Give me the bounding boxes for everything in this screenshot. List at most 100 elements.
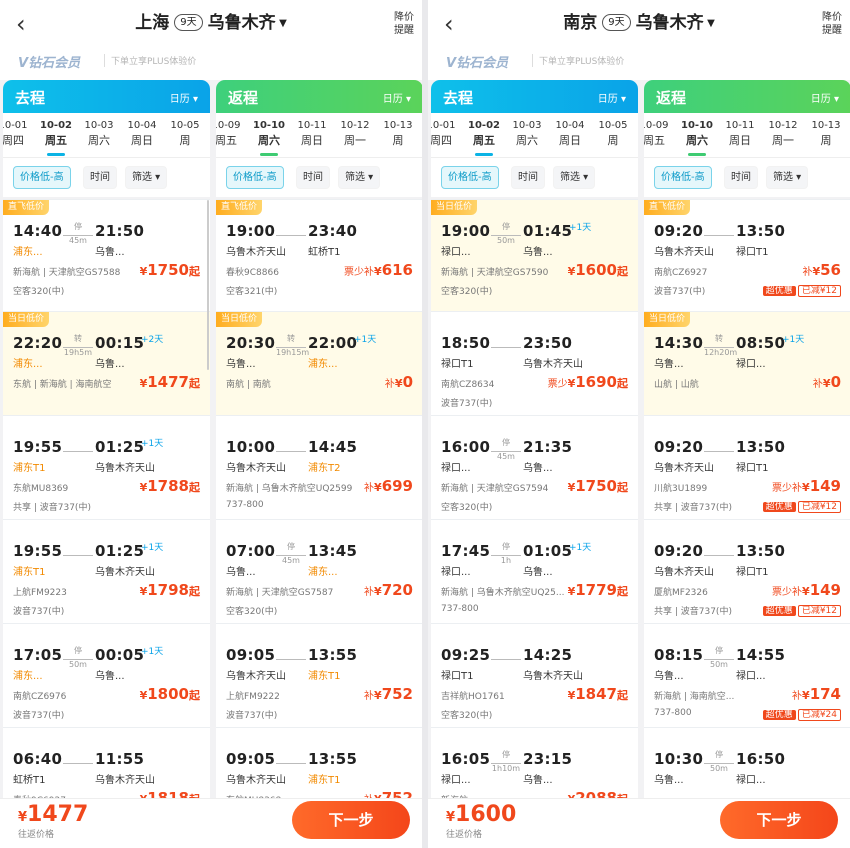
total-value: 1600 — [455, 802, 517, 827]
airline-info: 上航FM9222 — [226, 692, 280, 702]
weekday-label: 周四 — [431, 134, 452, 147]
sort-price-button[interactable]: 价格低-高 — [654, 166, 712, 189]
date-option[interactable]: 10-04 周日 — [120, 119, 164, 149]
price-alert-button[interactable]: 降价 提醒 — [394, 11, 414, 37]
arrow-icon — [491, 656, 521, 660]
flight-card[interactable]: 09:20 13:50 乌鲁木齐天山 禄口T1 厦航MF2326 共享 | 波音737(中… — [644, 519, 850, 623]
filter-button[interactable]: 筛选 ▾ — [338, 166, 381, 189]
filter-bar: 价格低-高 时间 筛选 ▾ — [3, 157, 210, 197]
flight-card[interactable]: 17:05 停 50m 00:05 +1天 浦东... 乌鲁... 南航CZ6976 波音737… — [3, 623, 210, 727]
arrival-airport: 乌鲁... — [95, 247, 125, 258]
route-line — [276, 222, 306, 236]
airline-info: 新海航 | 天津航空GS7590 — [441, 268, 549, 278]
sort-time-button[interactable]: 时间 — [724, 166, 758, 189]
date-option[interactable]: 10-10 周六 — [247, 119, 291, 156]
flight-card[interactable]: 当日低价 14:30 转 12h20m 08:50 +1天 乌鲁... 禄口... 山航 | 山… — [644, 311, 850, 415]
date-option[interactable]: 10-01 周四 — [431, 119, 463, 149]
flight-card[interactable]: 直飞低价 14:40 停 45m 21:50 浦东... 乌鲁... 新海航 | 天津航空GS… — [3, 199, 210, 311]
date-option[interactable]: 10-12 周一 — [333, 119, 377, 149]
bottom-bar: ¥1477 往返价格 下一步 — [0, 798, 422, 848]
scrollbar[interactable] — [207, 200, 209, 370]
flight-card[interactable]: 09:25 14:25 禄口T1 乌鲁木齐天山 吉祥航HO1761 空客320(中) ¥18… — [431, 623, 638, 727]
departure-time: 20:30 — [226, 334, 276, 352]
flight-card[interactable]: 09:0513:55乌鲁木齐天山浦东T1东航MU8368补¥752 — [216, 727, 422, 798]
route-title[interactable]: 上海 9天 乌鲁木齐 ▼ — [0, 10, 422, 37]
flight-card[interactable]: 当日低价 20:30 转 19h15m 22:00 +1天 乌鲁... 浦东... 南航 | 南… — [216, 311, 422, 415]
date-option[interactable]: 10-04 周日 — [548, 119, 592, 149]
flight-card[interactable]: 16:05停1h10m23:15禄口...乌鲁...新海航¥2088起 — [431, 727, 638, 798]
calendar-button[interactable]: 日历 ▾ — [811, 90, 839, 105]
date-option[interactable]: 10-03 周六 — [505, 119, 549, 149]
date-option[interactable]: 10-12 周一 — [761, 119, 805, 149]
flight-card[interactable]: 08:15 停 50m 14:55 乌鲁... 禄口... 新海航 | 海南航空... 737… — [644, 623, 850, 727]
filter-button[interactable]: 筛选 ▾ — [766, 166, 809, 189]
return-tab[interactable]: 返程 日历 ▾ — [216, 80, 422, 113]
date-option[interactable]: 10-09 周五 — [644, 119, 676, 149]
sort-time-button[interactable]: 时间 — [83, 166, 117, 189]
next-button[interactable]: 下一步 — [720, 801, 838, 839]
date-option[interactable]: 10-11 周日 — [290, 119, 334, 149]
filter-button[interactable]: 筛选 ▾ — [553, 166, 596, 189]
flight-card[interactable]: 当日低价 19:00 停 50m 01:45 +1天 禄口... 乌鲁... 新海航 | 天津航… — [431, 199, 638, 311]
flight-card[interactable]: 10:30 停 50m 16:50 乌鲁... 禄口... — [644, 727, 850, 798]
date-option[interactable]: 10-13 周 — [804, 119, 848, 149]
weekday-label: 周 — [820, 134, 832, 147]
date-option[interactable]: 10-11 周日 — [718, 119, 762, 149]
date-option[interactable]: 10-13 周 — [376, 119, 420, 149]
sort-price-button[interactable]: 价格低-高 — [441, 166, 499, 189]
calendar-button[interactable]: 日历 ▾ — [383, 90, 411, 105]
flight-card[interactable]: 17:45 停 1h 01:05 +1天 禄口... 乌鲁... 新海航 | 乌鲁木齐航空UQ… — [431, 519, 638, 623]
arrival-airport: 禄口T1 — [736, 247, 769, 258]
flight-card[interactable]: 直飞低价 19:00 23:40 乌鲁木齐天山 虹桥T1 春秋9C8866 空客321(中)… — [216, 199, 422, 311]
sort-price-button[interactable]: 价格低-高 — [226, 166, 284, 189]
return-column: 返程 日历 ▾ 10-09 周五 10-10 周六 10-11 周日 10-12 周一 10-13 周… — [644, 80, 850, 798]
outbound-tab[interactable]: 去程 日历 ▾ — [3, 80, 210, 113]
date-option[interactable]: 10-09 周五 — [216, 119, 248, 149]
price-alert-button[interactable]: 降价 提醒 — [822, 11, 842, 37]
date-option[interactable]: 10-01 周四 — [3, 119, 35, 149]
airline-info: 南航 | 南航 — [226, 380, 271, 390]
arrival-time: 01:45 — [523, 222, 573, 240]
flight-card[interactable]: 19:55 01:25 +1天 浦东T1 乌鲁木齐天山 上航FM9223 波音737(中) ¥… — [3, 519, 210, 623]
flight-card[interactable]: 09:20 13:50 乌鲁木齐天山 禄口T1 川航3U1899 共享 | 波音737(中… — [644, 415, 850, 519]
date-option[interactable]: 10-02 周五 — [34, 119, 78, 156]
flight-card[interactable]: 直飞低价 09:20 13:50 乌鲁木齐天山 禄口T1 南航CZ6927 波音737(中)… — [644, 199, 850, 311]
flight-card[interactable]: 07:00 停 45m 13:45 乌鲁... 浦东... 新海航 | 天津航空GS7587… — [216, 519, 422, 623]
flight-card[interactable]: 09:05 13:55 乌鲁木齐天山 浦东T1 上航FM9222 波音737(中) 补¥75… — [216, 623, 422, 727]
date-option[interactable]: 10-02 周五 — [462, 119, 506, 156]
calendar-button[interactable]: 日历 ▾ — [598, 90, 626, 105]
departure-airport: 乌鲁... — [226, 567, 256, 578]
filter-button[interactable]: 筛选 ▾ — [125, 166, 168, 189]
airline-info: 上航FM9223 — [13, 588, 67, 598]
date-option[interactable]: 10-05 周 — [591, 119, 635, 149]
flight-card[interactable]: 当日低价 22:20 转 19h5m 00:15 +2天 浦东... 乌鲁... 东航 | 新海… — [3, 311, 210, 415]
departure-airport: 禄口... — [441, 463, 471, 474]
departure-time: 19:55 — [13, 542, 63, 560]
flight-card[interactable]: 19:55 01:25 +1天 浦东T1 乌鲁木齐天山 东航MU8369 共享 | 波音73… — [3, 415, 210, 519]
route-title[interactable]: 南京 9天 乌鲁木齐 ▼ — [428, 10, 850, 37]
date-option[interactable]: 10-10 周六 — [675, 119, 719, 156]
date-strip: 10-01 周四 10-02 周五 10-03 周六 10-04 周日 10-05 周 — [431, 113, 638, 157]
return-tab[interactable]: 返程 日历 ▾ — [644, 80, 850, 113]
outbound-tab[interactable]: 去程 日历 ▾ — [431, 80, 638, 113]
stop-duration: 50m — [710, 660, 728, 669]
flight-card[interactable]: 10:00 14:45 乌鲁木齐天山 浦东T2 新海航 | 乌鲁木齐航空UQ2599 73… — [216, 415, 422, 519]
flight-card[interactable]: 06:4011:55虹桥T1乌鲁木齐天山春秋9C6927¥1818起 — [3, 727, 210, 798]
calendar-button[interactable]: 日历 ▾ — [170, 90, 198, 105]
flight-card[interactable]: 18:50 23:50 禄口T1 乌鲁木齐天山 南航CZ8634 波音737(中) 票少¥1… — [431, 311, 638, 415]
date-strip: 10-01 周四 10-02 周五 10-03 周六 10-04 周日 10-05 周 — [3, 113, 210, 157]
sort-price-button[interactable]: 价格低-高 — [13, 166, 71, 189]
sort-time-button[interactable]: 时间 — [296, 166, 330, 189]
arrival-time: 08:50 — [736, 334, 786, 352]
date-label: 10-05 — [170, 120, 200, 131]
flight-card[interactable]: 16:00 停 45m 21:35 禄口... 乌鲁... 新海航 | 天津航空GS7594… — [431, 415, 638, 519]
date-label: 10-01 — [431, 120, 456, 131]
sort-time-button[interactable]: 时间 — [511, 166, 545, 189]
route-line — [63, 438, 93, 452]
price-label: 补¥752 — [364, 789, 413, 798]
date-option[interactable]: 10-03 周六 — [77, 119, 121, 149]
bottom-bar: ¥1600 往返价格 下一步 — [428, 798, 850, 848]
date-option[interactable]: 10-05 周 — [163, 119, 207, 149]
next-button[interactable]: 下一步 — [292, 801, 410, 839]
weekday-label: 周日 — [729, 134, 751, 147]
